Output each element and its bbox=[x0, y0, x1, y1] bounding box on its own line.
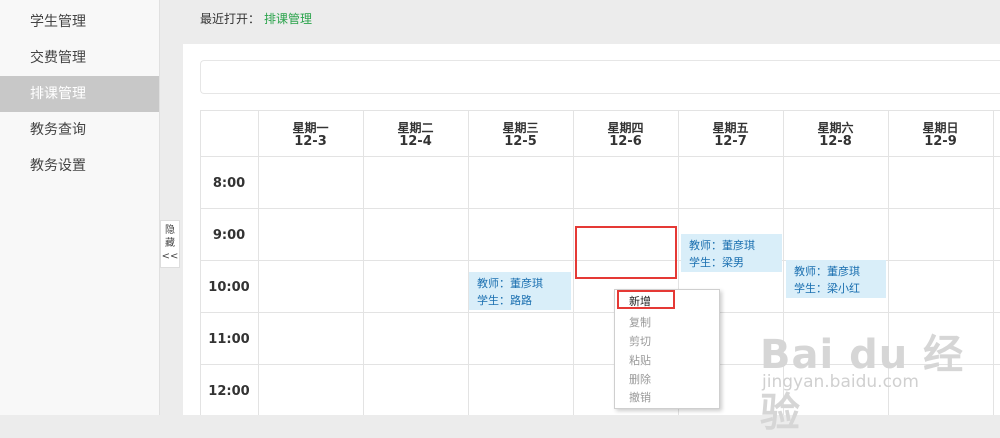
time-label-1200: 12:00 bbox=[208, 384, 250, 399]
time-label-0900: 9:00 bbox=[212, 228, 246, 243]
weekday-label: 星期日 bbox=[922, 121, 959, 135]
weekday-label: 星期二 bbox=[397, 121, 434, 135]
time-label-1000: 10:00 bbox=[208, 280, 250, 295]
collapse-arrows-icon: << bbox=[161, 251, 179, 262]
context-menu-cut[interactable]: 剪切 bbox=[629, 333, 651, 350]
lesson-teacher: 教师：董彦琪 bbox=[477, 277, 543, 290]
date-label: 12-4 bbox=[399, 134, 432, 149]
weekday-label: 星期一 bbox=[292, 121, 329, 135]
sidebar: 学生管理 交费管理 排课管理 教务查询 教务设置 bbox=[0, 0, 160, 415]
date-label: 12-5 bbox=[504, 134, 537, 149]
weekday-label: 星期六 bbox=[817, 121, 854, 135]
day-header-tue: 星期二 12-4 bbox=[363, 110, 468, 156]
lesson-teacher: 教师：董彦琪 bbox=[689, 239, 755, 252]
date-label: 12-3 bbox=[294, 134, 327, 149]
weekday-label: 星期五 bbox=[712, 121, 749, 135]
day-header-sun: 星期日 12-9 bbox=[888, 110, 993, 156]
sidebar-item-academic-query[interactable]: 教务查询 bbox=[0, 112, 159, 148]
time-label-1100: 11:00 bbox=[208, 332, 250, 347]
day-header-sat: 星期六 12-8 bbox=[783, 110, 888, 156]
date-label: 12-6 bbox=[609, 134, 642, 149]
hide-sidebar-toggle[interactable]: 隐 藏 << bbox=[160, 220, 180, 268]
date-label: 12-9 bbox=[924, 134, 957, 149]
day-header-fri: 星期五 12-7 bbox=[678, 110, 783, 156]
date-label: 12-8 bbox=[819, 134, 852, 149]
weekday-label: 星期四 bbox=[607, 121, 644, 135]
lesson-student: 学生：梁小红 bbox=[794, 282, 860, 295]
day-header-mon: 星期一 12-3 bbox=[258, 110, 363, 156]
day-header-wed: 星期三 12-5 bbox=[468, 110, 573, 156]
hide-toggle-char-2: 藏 bbox=[165, 238, 175, 249]
sidebar-item-scheduling[interactable]: 排课管理 bbox=[0, 76, 159, 112]
lesson-block-fri[interactable]: 教师：董彦琪 学生：梁男 bbox=[681, 234, 782, 272]
lesson-block-wed[interactable]: 教师：董彦琪 学生：路路 bbox=[469, 272, 571, 310]
selected-timeslot[interactable] bbox=[575, 226, 677, 279]
context-menu-copy[interactable]: 复制 bbox=[629, 314, 651, 331]
lesson-student: 学生：路路 bbox=[477, 294, 532, 307]
watermark-url: jingyan.baidu.com bbox=[762, 372, 919, 392]
context-menu-delete[interactable]: 删除 bbox=[629, 371, 651, 388]
recent-link-scheduling[interactable]: 排课管理 bbox=[264, 12, 312, 26]
context-menu-undo[interactable]: 撤销 bbox=[629, 389, 651, 406]
lesson-teacher: 教师：董彦琪 bbox=[794, 265, 860, 278]
toolbar-area bbox=[200, 60, 1000, 94]
recent-bar: 最近打开： 排课管理 bbox=[200, 10, 312, 27]
day-header-thu: 星期四 12-6 bbox=[573, 110, 678, 156]
recent-label: 最近打开： bbox=[200, 12, 261, 26]
hide-toggle-char-1: 隐 bbox=[165, 225, 175, 236]
context-menu-paste[interactable]: 粘贴 bbox=[629, 352, 651, 369]
sidebar-item-fee-management[interactable]: 交费管理 bbox=[0, 40, 159, 76]
lesson-block-sat[interactable]: 教师：董彦琪 学生：梁小红 bbox=[786, 260, 886, 298]
lesson-student: 学生：梁男 bbox=[689, 256, 744, 269]
baidu-watermark: Bai du 经验 jingyan.baidu.com bbox=[760, 300, 996, 436]
sidebar-item-academic-settings[interactable]: 教务设置 bbox=[0, 148, 159, 184]
context-menu-new-highlight bbox=[617, 290, 675, 309]
sidebar-item-student-management[interactable]: 学生管理 bbox=[0, 4, 159, 40]
date-label: 12-7 bbox=[714, 134, 747, 149]
weekday-label: 星期三 bbox=[502, 121, 539, 135]
time-label-0800: 8:00 bbox=[212, 176, 246, 191]
